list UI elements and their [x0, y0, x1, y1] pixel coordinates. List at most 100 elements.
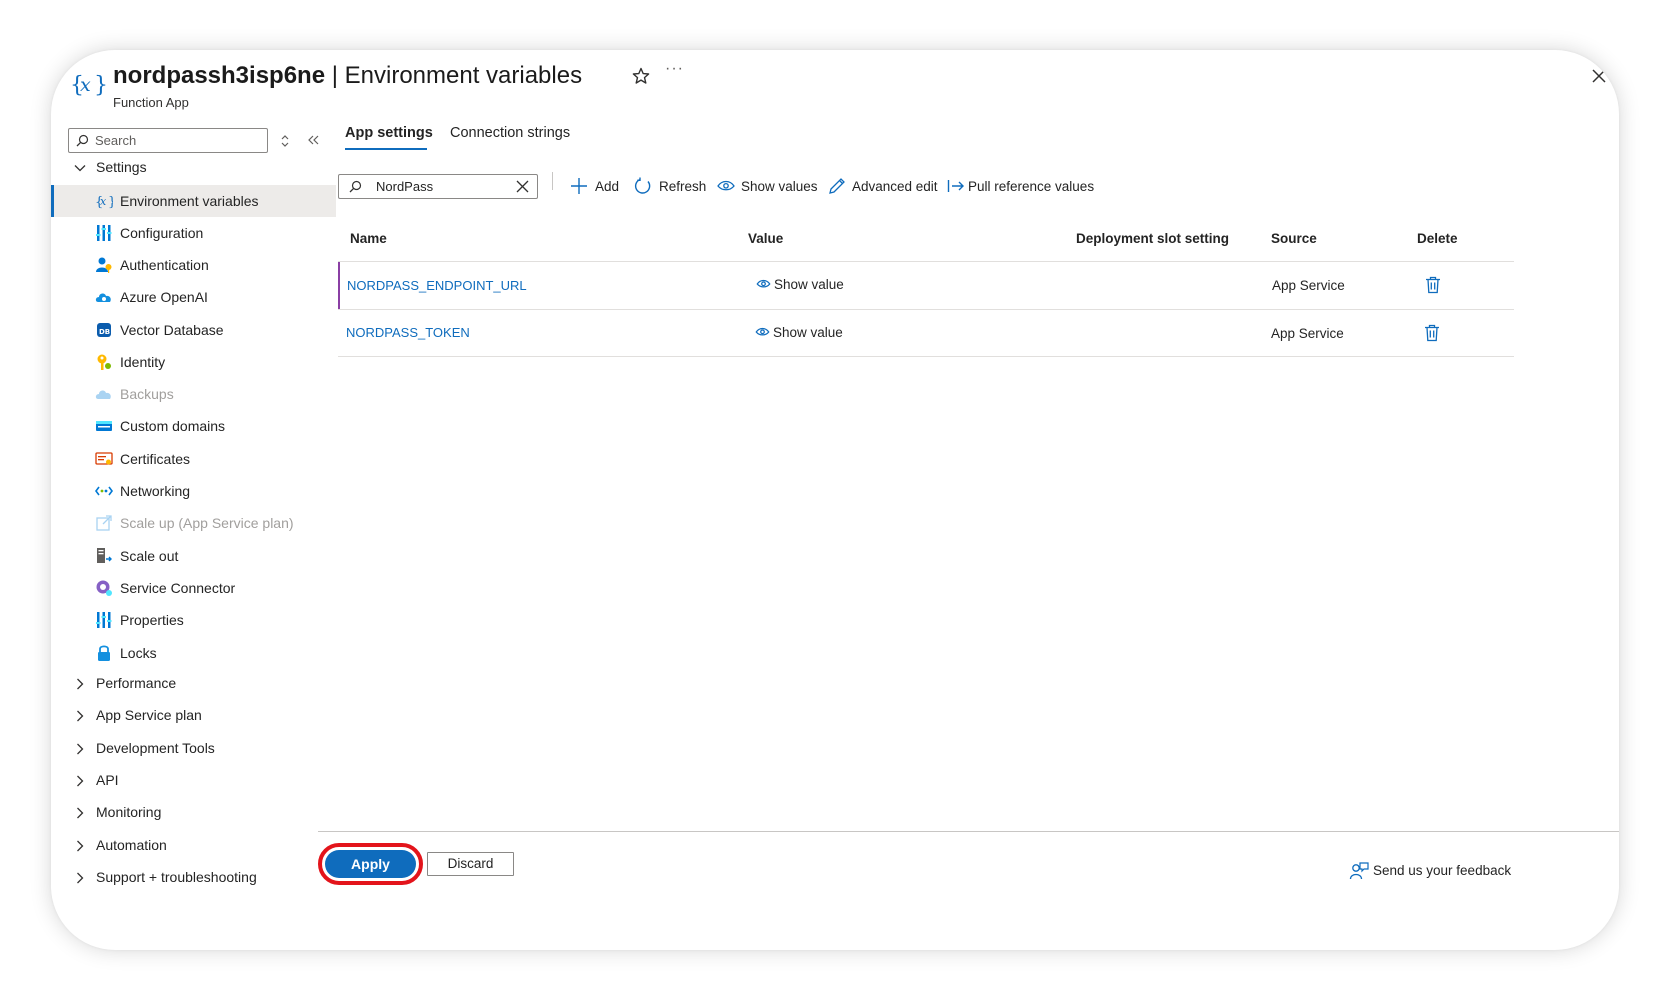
column-header-name[interactable]: Name [350, 231, 387, 246]
refresh-icon [634, 177, 651, 194]
chevron-right-icon [77, 678, 84, 690]
sidebar-item-label: Identity [120, 354, 166, 370]
column-header-value[interactable]: Value [748, 231, 783, 246]
sidebar-item-environment-variables[interactable]: { x } Environment variables [51, 185, 336, 217]
clear-filter-icon[interactable] [516, 180, 529, 193]
blade-window: { x } nordpassh3isp6ne | Environment var… [51, 50, 1619, 950]
environment-variables-icon: { x } [70, 73, 106, 98]
column-header-delete: Delete [1417, 231, 1458, 246]
sidebar-item-label: Environment variables [120, 193, 259, 209]
delete-trash-icon[interactable] [1425, 276, 1441, 294]
sidebar-group-performance[interactable]: Performance [51, 668, 336, 700]
sidebar-group-label: Development Tools [96, 740, 215, 756]
resource-name: nordpassh3isp6ne [113, 62, 326, 89]
tab-connection-strings[interactable]: Connection strings [450, 125, 570, 141]
title-separator: | [325, 62, 345, 89]
column-header-source[interactable]: Source [1271, 231, 1317, 246]
sidebar-group-automation[interactable]: Automation [51, 830, 336, 862]
footer-divider [318, 831, 1619, 832]
refresh-button[interactable]: Refresh [634, 176, 707, 198]
backups-icon [95, 390, 111, 399]
sidebar-item-configuration[interactable]: Configuration [51, 217, 336, 249]
show-value-label: Show value [773, 325, 843, 340]
sidebar-item-authentication[interactable]: Authentication [51, 249, 336, 281]
pull-reference-values-button[interactable]: Pull reference values [947, 176, 1095, 198]
close-icon[interactable] [1589, 66, 1609, 86]
table-row-divider [338, 309, 1514, 310]
column-header-deployment-slot-setting[interactable]: Deployment slot setting [1076, 231, 1229, 246]
sidebar-item-vector-database[interactable]: DB Vector Database [51, 314, 336, 346]
svg-text:x: x [100, 195, 107, 208]
sort-chevrons-icon[interactable] [277, 131, 293, 151]
sidebar-group-development-tools[interactable]: Development Tools [51, 733, 336, 765]
show-values-button[interactable]: Show values [717, 176, 818, 198]
apply-button[interactable]: Apply [325, 850, 416, 878]
svg-text:}: } [108, 195, 113, 210]
sidebar-group-support-troubleshooting[interactable]: Support + troubleshooting [51, 862, 336, 894]
sidebar-group-label: API [96, 772, 119, 788]
azure-openai-icon [95, 293, 111, 302]
svg-text:x: x [80, 74, 91, 96]
sidebar-item-azure-openai[interactable]: Azure OpenAI [51, 281, 336, 313]
delete-trash-icon[interactable] [1424, 324, 1440, 342]
filter-input[interactable]: NordPass [338, 174, 538, 199]
sidebar-item-label: Configuration [120, 225, 204, 241]
chevron-down-icon [74, 165, 86, 172]
chevron-right-icon [77, 840, 84, 852]
sidebar-item-custom-domains[interactable]: Custom domains [51, 410, 336, 442]
sidebar-item-label: Properties [120, 612, 184, 628]
sidebar-group-api[interactable]: API [51, 765, 336, 797]
sidebar-item-label: Authentication [120, 257, 209, 273]
discard-button[interactable]: Discard [427, 852, 514, 876]
sidebar-item-label: Vector Database [120, 322, 224, 338]
sidebar-item-scale-out[interactable]: Scale out [51, 540, 336, 572]
add-button[interactable]: Add [570, 176, 622, 198]
sidebar-search-input[interactable]: Search [68, 128, 268, 153]
refresh-label: Refresh [659, 179, 707, 194]
sidebar-item-identity[interactable]: Identity [51, 346, 336, 378]
pull-reference-values-label: Pull reference values [968, 179, 1095, 194]
show-value-button[interactable]: Show value [756, 277, 844, 292]
sidebar-item-service-connector[interactable]: Service Connector [51, 572, 336, 604]
eye-icon [717, 180, 735, 191]
toolbar-divider [552, 172, 553, 190]
advanced-edit-button[interactable]: Advanced edit [828, 176, 938, 198]
collapse-sidebar-icon[interactable] [304, 131, 322, 149]
sidebar-item-label: Backups [120, 386, 174, 402]
sidebar-group-settings[interactable]: Settings [51, 152, 336, 184]
show-value-button[interactable]: Show value [755, 325, 843, 340]
sidebar-item-locks[interactable]: Locks [51, 637, 336, 669]
sidebar-group-label: Performance [96, 675, 177, 691]
sidebar-group-label: Automation [96, 837, 167, 853]
tab-app-settings[interactable]: App settings [345, 125, 433, 141]
favorite-star-icon[interactable] [631, 66, 651, 86]
table-row-name-link[interactable]: NORDPASS_ENDPOINT_URL [347, 278, 527, 293]
certificates-icon [95, 452, 113, 465]
sidebar-item-networking[interactable]: Networking [51, 475, 336, 507]
more-options-icon[interactable]: ··· [665, 60, 684, 78]
configuration-icon [96, 225, 112, 241]
table-row-name-link[interactable]: NORDPASS_TOKEN [346, 325, 470, 340]
sidebar-item-backups[interactable]: Backups [51, 378, 336, 410]
sidebar-group-monitoring[interactable]: Monitoring [51, 797, 336, 829]
sidebar-item-label: Certificates [120, 451, 191, 467]
sidebar-group-label: Monitoring [96, 804, 162, 820]
sidebar-item-certificates[interactable]: Certificates [51, 443, 336, 475]
sidebar-group-app-service-plan[interactable]: App Service plan [51, 700, 336, 732]
resource-type: Function App [113, 95, 189, 110]
sidebar-item-properties[interactable]: Properties [51, 604, 336, 636]
sidebar-item-label: Scale out [120, 548, 179, 564]
add-label: Add [595, 179, 620, 194]
scale-out-icon [97, 548, 112, 563]
sidebar-group-label: App Service plan [96, 707, 202, 723]
chevron-right-icon [77, 743, 84, 755]
feedback-person-icon [1349, 862, 1369, 880]
sidebar-item-scale-up[interactable]: Scale up (App Service plan) [51, 507, 336, 539]
chevron-right-icon [77, 807, 84, 819]
filter-value: NordPass [376, 179, 434, 194]
page-title-text: Environment variables [344, 62, 583, 89]
table-header-divider [338, 261, 1514, 262]
svg-text:}: } [94, 73, 106, 98]
authentication-icon [96, 257, 112, 273]
custom-domains-icon [96, 421, 112, 431]
